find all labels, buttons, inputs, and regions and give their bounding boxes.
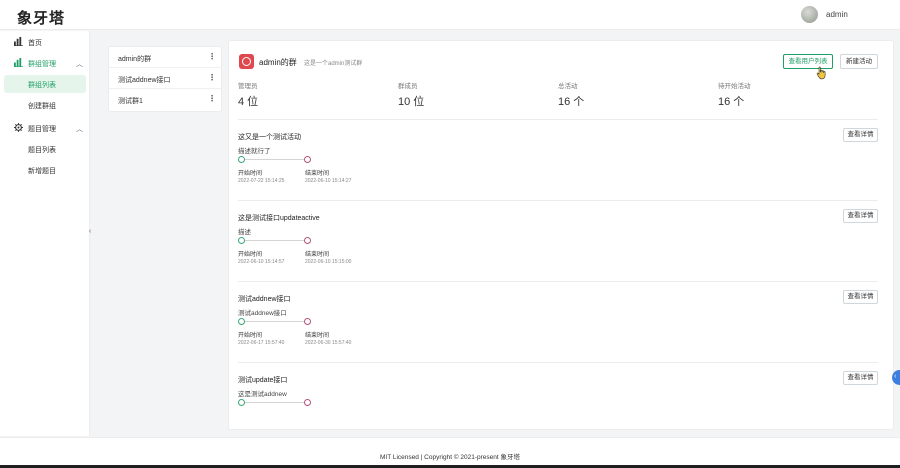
timeline-line xyxy=(245,402,304,403)
sidebar-collapse-chevron-left-icon[interactable]: ‹ xyxy=(86,226,94,238)
activity-description: 测试addnew接口 xyxy=(238,310,287,317)
sidebar-item-label: 新增题目 xyxy=(28,168,56,175)
sidebar: 首页 群组管理 ︿ 群组列表 创建群组 题目管理 ︿ 题目列表 新增题目 xyxy=(0,31,90,436)
timeline-line xyxy=(245,159,304,160)
start-dot-icon xyxy=(238,156,245,163)
footer-copyright: MIT Licensed | Copyright © 2021-present … xyxy=(379,454,521,461)
activity-title: 测试update接口 xyxy=(238,377,288,384)
group-title: admin的群 xyxy=(259,58,297,67)
start-time-label: 开始时间 xyxy=(238,171,263,177)
stat-label: 管理员 xyxy=(238,83,258,90)
new-activity-button[interactable]: 新建活动 xyxy=(840,54,878,69)
sidebar-item-label: 创建群组 xyxy=(28,103,56,110)
start-dot-icon xyxy=(238,237,245,244)
sidebar-item-label: 首页 xyxy=(28,40,42,47)
sidebar-item-label: 题目管理 xyxy=(28,126,56,133)
end-dot-icon xyxy=(304,237,311,244)
group-list-item[interactable]: 测试群1 ⋮ xyxy=(109,89,221,110)
end-time-label: 结束时间 xyxy=(305,252,330,258)
stat-label: 待开始活动 xyxy=(718,83,751,90)
stat-label: 群成员 xyxy=(398,83,418,90)
gear-icon xyxy=(14,123,23,132)
stat-value: 10 位 xyxy=(398,96,425,108)
group-list-item[interactable]: 测试addnew接口 ⋮ xyxy=(109,68,221,89)
divider xyxy=(238,200,878,201)
start-dot-icon xyxy=(238,399,245,406)
start-time-value: 2022-07-22 15:14:25 xyxy=(238,178,285,184)
timeline-line xyxy=(245,321,304,322)
end-time-label: 结束时间 xyxy=(305,171,330,177)
hand-cursor-icon xyxy=(816,66,826,80)
group-name: 测试群1 xyxy=(118,98,143,105)
view-detail-button[interactable]: 查看详情 xyxy=(843,209,878,223)
top-bar: 象牙塔 admin xyxy=(0,0,900,30)
more-vertical-icon[interactable]: ⋮ xyxy=(208,73,216,82)
group-list: admin的群 ⋮ 测试addnew接口 ⋮ 测试群1 ⋮ xyxy=(108,46,222,112)
end-dot-icon xyxy=(304,156,311,163)
group-name: 测试addnew接口 xyxy=(118,77,171,84)
activity-title: 这又是一个测试活动 xyxy=(238,134,301,141)
activity-description: 描述 xyxy=(238,229,251,236)
chevron-left-icon: ‹ xyxy=(894,373,897,380)
start-time-label: 开始时间 xyxy=(238,252,263,258)
sidebar-group-group-manage[interactable]: 群组管理 ︿ xyxy=(0,53,90,73)
divider xyxy=(238,281,878,282)
start-dot-icon xyxy=(238,318,245,325)
user-avatar[interactable] xyxy=(801,6,818,23)
divider xyxy=(238,119,878,120)
sidebar-item-label: 群组列表 xyxy=(28,82,56,89)
end-time-label: 结束时间 xyxy=(305,333,330,339)
sidebar-item-label: 群组管理 xyxy=(28,61,56,68)
group-detail-content: admin的群 这是一个admin测试群 查看用户列表 新建活动 管理员 4 位… xyxy=(228,40,894,430)
app-logo-title[interactable]: 象牙塔 xyxy=(17,7,65,28)
bar-chart-icon xyxy=(14,37,23,46)
footer: MIT Licensed | Copyright © 2021-present … xyxy=(0,437,900,465)
sidebar-item-create-group[interactable]: 创建群组 xyxy=(4,96,86,114)
divider xyxy=(238,362,878,363)
chevron-up-icon: ︿ xyxy=(76,61,83,68)
timeline-line xyxy=(245,240,304,241)
end-dot-icon xyxy=(304,318,311,325)
view-detail-button[interactable]: 查看详情 xyxy=(843,128,878,142)
activity-description: 这是测试addnew xyxy=(238,391,287,398)
stat-value: 16 个 xyxy=(718,96,745,108)
stat-value: 4 位 xyxy=(238,96,259,108)
start-time-value: 2022-06-17 15:57:40 xyxy=(238,340,285,346)
end-dot-icon xyxy=(304,399,311,406)
activity-title: 测试addnew接口 xyxy=(238,296,291,303)
end-time-value: 2022-06-10 15:15:00 xyxy=(305,259,352,265)
side-drawer-handle[interactable]: ‹ xyxy=(892,370,900,385)
activity-description: 描述就行了 xyxy=(238,148,271,155)
end-time-value: 2022-06-30 15:57:40 xyxy=(305,340,352,346)
view-detail-button[interactable]: 查看详情 xyxy=(843,290,878,304)
group-description: 这是一个admin测试群 xyxy=(304,61,363,67)
sidebar-item-home[interactable]: 首页 xyxy=(0,32,90,52)
group-list-item[interactable]: admin的群 ⋮ xyxy=(109,47,221,68)
activity-title: 这是测试接口updateactive xyxy=(238,215,320,222)
stat-label: 总活动 xyxy=(558,83,578,90)
username-label[interactable]: admin xyxy=(826,10,848,19)
sidebar-item-label: 题目列表 xyxy=(28,147,56,154)
sidebar-item-question-list[interactable]: 题目列表 xyxy=(4,140,86,158)
start-time-label: 开始时间 xyxy=(238,333,263,339)
stat-value: 16 个 xyxy=(558,96,585,108)
more-vertical-icon[interactable]: ⋮ xyxy=(208,94,216,103)
sidebar-item-group-list[interactable]: 群组列表 xyxy=(4,75,86,93)
view-detail-button[interactable]: 查看详情 xyxy=(843,371,878,385)
sidebar-group-question-manage[interactable]: 题目管理 ︿ xyxy=(0,118,90,138)
group-name: admin的群 xyxy=(118,56,152,63)
start-time-value: 2022-06-10 15:14:57 xyxy=(238,259,285,265)
bar-chart-icon xyxy=(14,58,23,67)
end-time-value: 2022-06-10 15:14:27 xyxy=(305,178,352,184)
more-vertical-icon[interactable]: ⋮ xyxy=(208,52,216,61)
sidebar-item-add-question[interactable]: 新增题目 xyxy=(4,161,86,179)
chevron-up-icon: ︿ xyxy=(76,126,83,133)
group-avatar-icon xyxy=(239,54,254,69)
